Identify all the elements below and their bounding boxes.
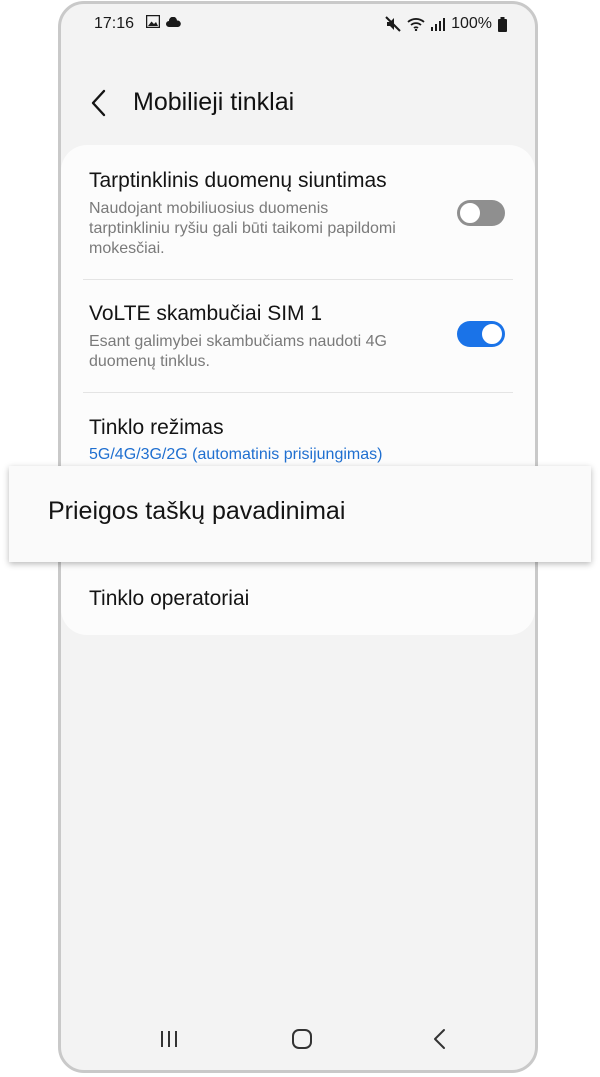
recent-apps-icon[interactable] — [152, 1022, 186, 1056]
back-icon[interactable] — [423, 1022, 457, 1056]
network-mode-title: Tinklo režimas — [89, 416, 224, 439]
mute-icon — [385, 16, 401, 32]
signal-icon — [431, 17, 446, 31]
back-button[interactable] — [85, 88, 115, 118]
roaming-toggle[interactable] — [457, 200, 505, 226]
page-title: Mobilieji tinklai — [133, 88, 295, 116]
toggle-knob — [480, 322, 504, 346]
battery-percent: 100% — [451, 15, 492, 32]
volte-toggle[interactable] — [457, 321, 505, 347]
wifi-icon — [407, 18, 425, 31]
cloud-icon — [166, 16, 181, 27]
home-icon[interactable] — [285, 1022, 319, 1056]
page-header: Mobilieji tinklai — [61, 74, 535, 134]
status-left-icons — [146, 15, 181, 28]
setting-roaming[interactable]: Tarptinklinis duomenų siuntimas Naudojan… — [89, 169, 507, 259]
status-right-icons: 100% — [385, 15, 507, 33]
status-bar: 17:16 100% — [61, 4, 535, 44]
volte-title: VoLTE skambučiai SIM 1 — [89, 302, 323, 325]
image-icon — [146, 15, 160, 28]
setting-operators[interactable]: Tinklo operatoriai — [89, 587, 507, 611]
volte-description: Esant galimybei skambučiams naudoti 4G d… — [89, 333, 387, 370]
divider — [83, 392, 513, 393]
battery-icon — [498, 16, 507, 32]
roaming-title: Tarptinklinis duomenų siuntimas — [89, 169, 387, 192]
navigation-bar — [61, 1010, 535, 1070]
apn-title: Prieigos taškų pavadinimai — [48, 497, 346, 525]
setting-network-mode[interactable]: Tinklo režimas 5G/4G/3G/2G (automatinis … — [89, 416, 507, 464]
divider — [83, 279, 513, 280]
operators-title: Tinklo operatoriai — [89, 587, 250, 610]
status-time: 17:16 — [94, 15, 135, 32]
toggle-knob — [458, 201, 482, 225]
roaming-description: Naudojant mobiliuosius duomenis tarptink… — [89, 200, 396, 257]
setting-apn[interactable]: Prieigos taškų pavadinimai — [9, 466, 591, 562]
setting-volte[interactable]: VoLTE skambučiai SIM 1 Esant galimybei s… — [89, 302, 507, 372]
network-mode-value: 5G/4G/3G/2G (automatinis prisijungimas) — [89, 446, 383, 463]
